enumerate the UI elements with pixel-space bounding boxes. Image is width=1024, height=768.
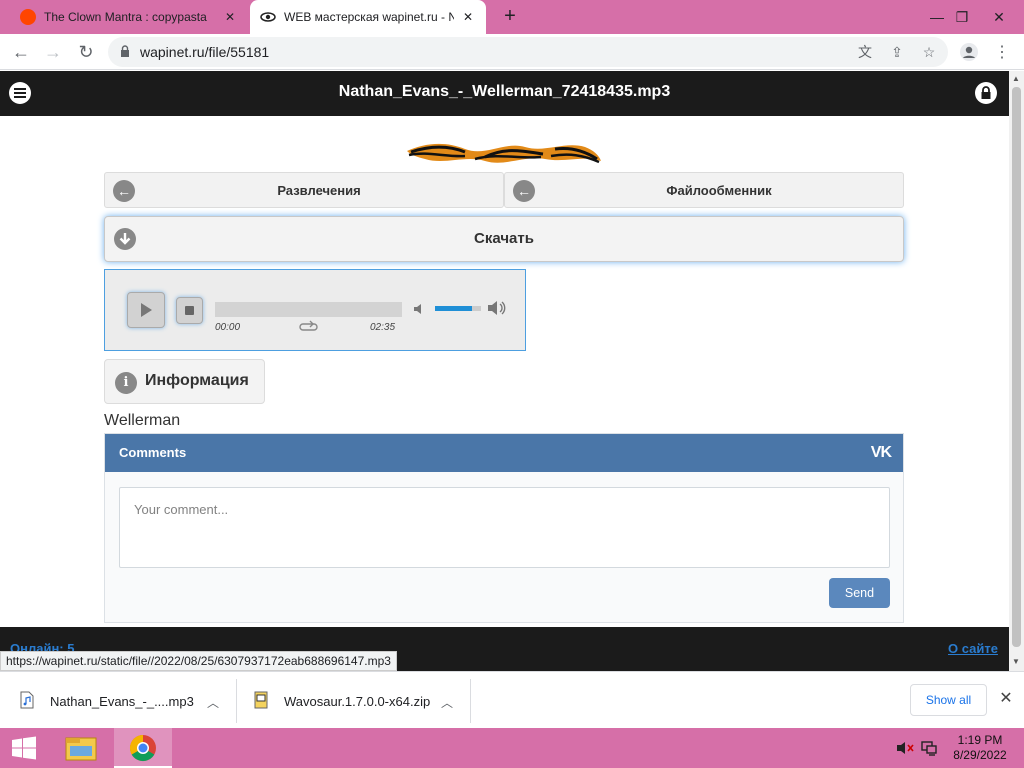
show-all-button[interactable]: Show all [910, 684, 987, 716]
play-icon [141, 303, 152, 317]
info-button[interactable]: i Информация [104, 359, 265, 404]
browser-tab-strip: The Clown Mantra : copypasta ✕ WEB масте… [0, 0, 1024, 34]
nav-entertainment-label: Развлечения [277, 183, 361, 198]
windows-taskbar: 1:19 PM 8/29/2022 [0, 728, 1024, 768]
nav-fileshare-label: Файлообменник [666, 183, 772, 198]
status-bar-url: https://wapinet.ru/static/file//2022/08/… [0, 651, 397, 671]
chrome-taskbar-icon[interactable] [114, 728, 172, 768]
audio-file-icon [20, 691, 34, 709]
volume-max-icon[interactable] [487, 299, 507, 317]
current-time: 00:00 [215, 322, 241, 333]
site-header: Nathan_Evans_-_Wellerman_72418435.mp3 [0, 71, 1009, 116]
start-button[interactable] [0, 728, 48, 768]
file-description: Wellerman [104, 412, 181, 429]
info-icon: i [115, 372, 137, 394]
download-shelf: Nathan_Evans_-_....mp3 ︿ Wavosaur.1.7.0.… [0, 671, 1024, 728]
zip-file-icon [254, 691, 268, 709]
mute-icon[interactable] [412, 301, 428, 317]
reload-icon[interactable]: ↻ [74, 40, 98, 64]
browser-toolbar: ← → ↻ wapinet.ru/file/55181 文 ⇪ ☆ ⋮ [0, 34, 1024, 70]
download-item-zip[interactable]: Wavosaur.1.7.0.0-x64.zip ︿ [254, 679, 459, 723]
vk-logo-icon[interactable]: VK [871, 444, 892, 462]
audio-player: 00:00 02:35 [104, 269, 526, 351]
url-text: wapinet.ru/file/55181 [140, 44, 270, 60]
share-icon[interactable]: ⇪ [888, 43, 906, 61]
arrow-left-icon: ← [513, 180, 535, 202]
address-bar[interactable]: wapinet.ru/file/55181 文 ⇪ ☆ [108, 37, 948, 67]
seek-bar[interactable] [215, 302, 402, 317]
lock-icon [121, 45, 129, 57]
play-button[interactable] [127, 292, 165, 328]
menu-dots-icon[interactable]: ⋮ [991, 42, 1013, 64]
close-tab-icon[interactable]: ✕ [222, 10, 238, 24]
chevron-up-icon[interactable]: ︿ [441, 694, 453, 711]
close-tab-icon[interactable]: ✕ [460, 10, 476, 24]
send-button[interactable]: Send [829, 578, 890, 608]
download-filename: Nathan_Evans_-_....mp3 [50, 694, 194, 709]
download-item-mp3[interactable]: Nathan_Evans_-_....mp3 ︿ [20, 679, 225, 723]
page-title: Nathan_Evans_-_Wellerman_72418435.mp3 [338, 83, 671, 100]
window-close-icon[interactable]: ✕ [982, 0, 1016, 34]
close-shelf-icon[interactable]: ✕ [996, 688, 1016, 708]
scroll-up-icon[interactable]: ▲ [1012, 74, 1020, 83]
tab-title: WEB мастерская wapinet.ru - Na [284, 10, 454, 24]
clock-time: 1:19 PM [957, 733, 1003, 747]
tab-title: The Clown Mantra : copypasta [44, 10, 207, 24]
clock-date: 8/29/2022 [953, 748, 1007, 762]
volume-muted-tray-icon[interactable] [896, 740, 914, 756]
windows-logo-icon [12, 736, 36, 760]
back-icon[interactable]: ← [9, 40, 33, 64]
tab-wapinet[interactable]: WEB мастерская wapinet.ru - Na ✕ [250, 0, 486, 34]
nav-fileshare-button[interactable]: ← Файлообменник [504, 172, 904, 208]
bookmark-star-icon[interactable]: ☆ [920, 43, 938, 61]
forward-icon[interactable]: → [41, 40, 65, 64]
tab-reddit[interactable]: The Clown Mantra : copypasta ✕ [10, 0, 248, 34]
nav-entertainment-button[interactable]: ← Развлечения [104, 172, 504, 208]
download-label: Скачать [474, 230, 534, 247]
comments-header: Comments VK [105, 434, 903, 472]
eye-icon [260, 9, 276, 25]
file-explorer-taskbar-icon[interactable] [52, 728, 110, 768]
volume-slider[interactable] [435, 306, 481, 311]
comment-placeholder: Your comment... [134, 502, 229, 517]
new-tab-button[interactable]: + [498, 5, 522, 29]
repeat-icon[interactable] [299, 320, 319, 334]
st-george-ribbon-logo [407, 143, 601, 164]
scrollbar-thumb[interactable] [1012, 87, 1021, 647]
comments-widget: Comments VK Your comment... Send [104, 433, 904, 623]
translate-icon[interactable]: 文 [856, 43, 874, 61]
comments-header-label: Comments [119, 445, 187, 460]
volume-fill [435, 306, 472, 311]
comment-input[interactable]: Your comment... [119, 487, 890, 568]
divider [236, 679, 237, 723]
download-filename: Wavosaur.1.7.0.0-x64.zip [284, 694, 431, 709]
info-label: Информация [145, 372, 249, 389]
profile-icon[interactable] [958, 42, 980, 64]
about-link[interactable]: О сайте [948, 641, 998, 656]
stop-icon [185, 306, 194, 315]
duration-time: 02:35 [370, 322, 396, 333]
network-tray-icon[interactable] [920, 740, 938, 756]
taskbar-clock[interactable]: 1:19 PM 8/29/2022 [948, 733, 1012, 763]
arrow-left-icon: ← [113, 180, 135, 202]
restore-icon[interactable]: ❐ [945, 0, 979, 34]
chevron-up-icon[interactable]: ︿ [207, 694, 219, 711]
stop-button[interactable] [176, 297, 203, 324]
download-button[interactable]: Скачать [104, 216, 904, 262]
scroll-down-icon[interactable]: ▼ [1012, 657, 1020, 666]
reddit-icon [20, 9, 36, 25]
divider [470, 679, 471, 723]
page-scrollbar[interactable]: ▲ ▼ [1009, 71, 1024, 671]
padlock-icon[interactable] [975, 82, 997, 104]
